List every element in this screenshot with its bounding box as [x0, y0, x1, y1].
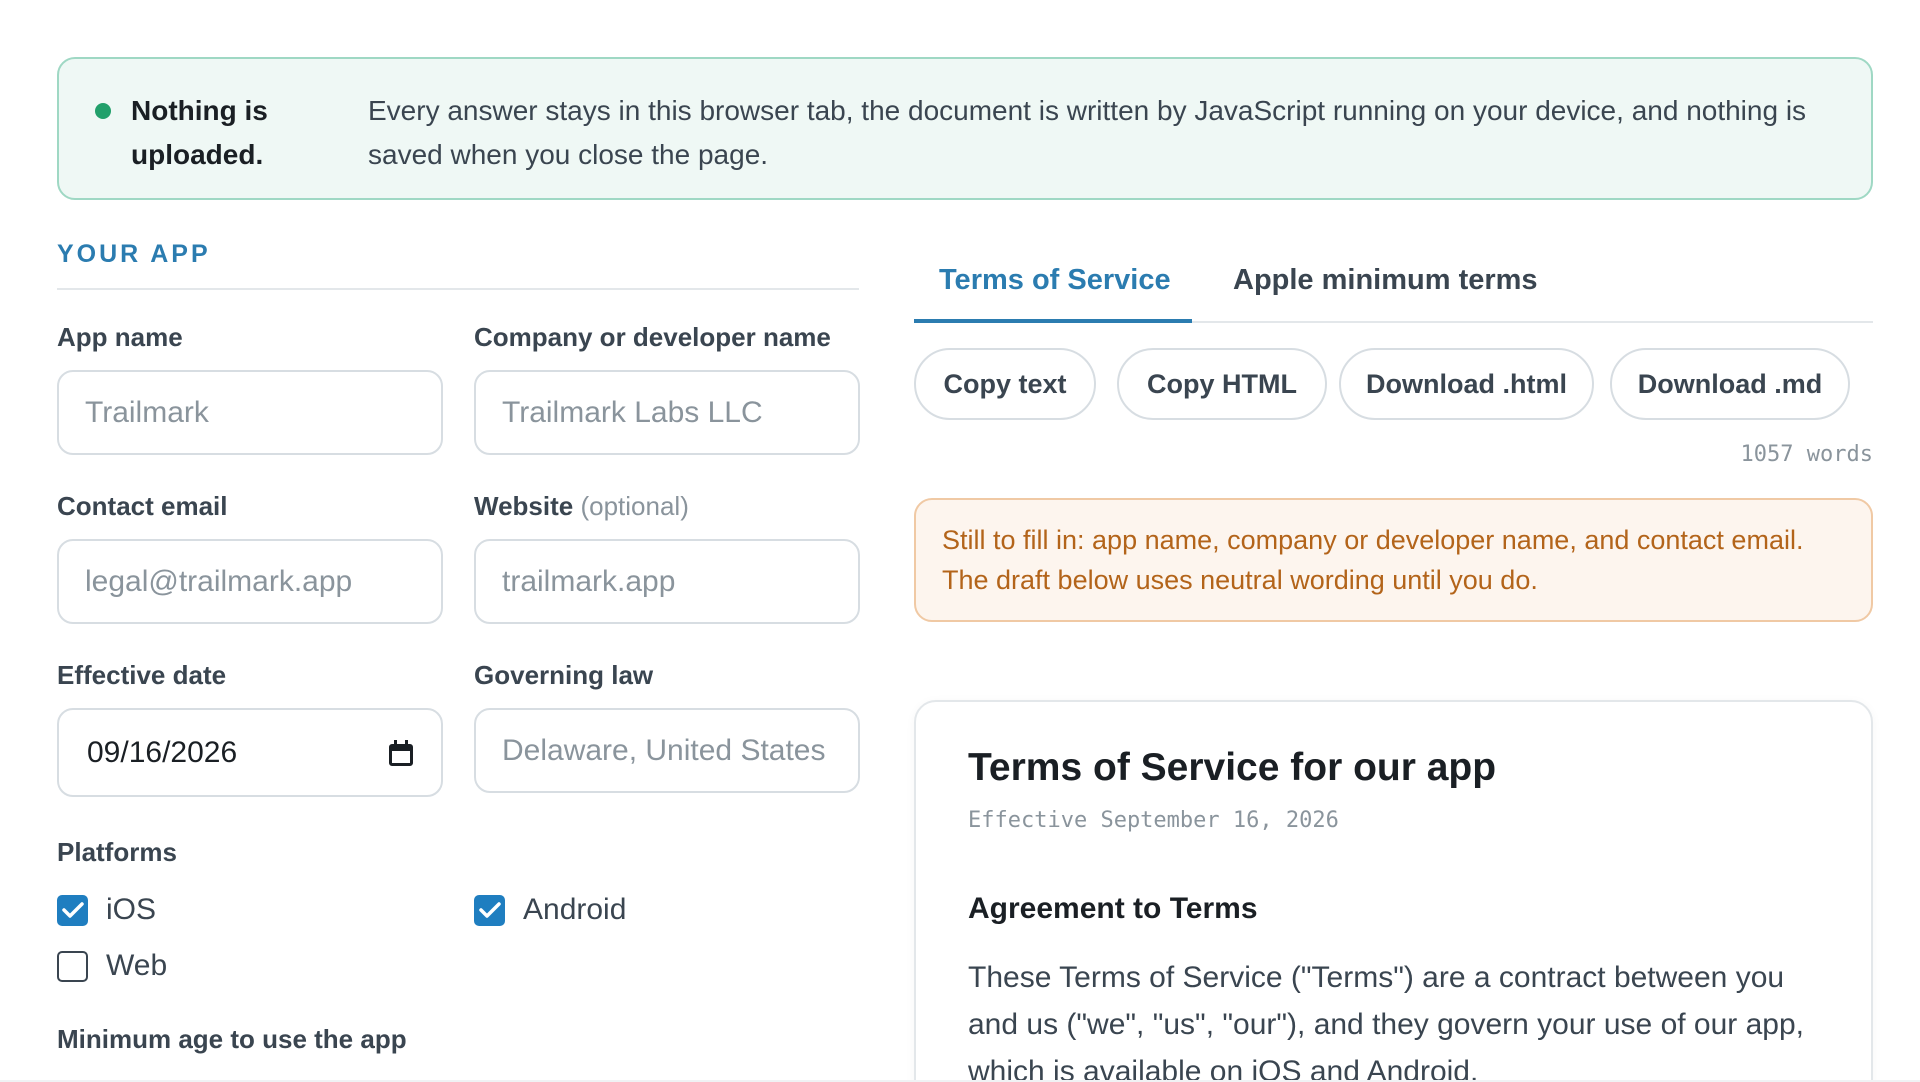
tab-apple-minimum-terms[interactable]: Apple minimum terms [1233, 264, 1538, 297]
platform-android-checkbox[interactable]: Android [474, 893, 626, 927]
effective-date-label: Effective date [57, 660, 227, 690]
website-optional-note: (optional) [580, 491, 689, 521]
governing-law-label: Governing law [474, 660, 654, 690]
calendar-icon[interactable] [389, 739, 413, 766]
download-html-button[interactable]: Download .html [1339, 348, 1594, 420]
checkbox-checked-icon[interactable] [57, 894, 88, 926]
document-paragraph: These Terms of Service ("Terms") are a c… [968, 961, 1805, 1082]
active-tab-indicator [914, 319, 1192, 323]
section-title: YOUR APP [57, 240, 211, 268]
missing-fields-warning: Still to fill in: app name, company or d… [914, 498, 1873, 622]
document-title: Terms of Service for our app [968, 746, 1497, 789]
app-name-label: App name [57, 322, 183, 352]
effective-date-input[interactable]: 09/16/2026 [57, 708, 443, 797]
email-input[interactable] [57, 539, 443, 624]
section-divider [57, 288, 859, 290]
app-name-input[interactable] [57, 370, 443, 455]
document-effective-date: Effective September 16, 2026 [968, 808, 1339, 833]
notice-text: Every answer stays in this browser tab, … [368, 95, 1807, 170]
platform-android-label: Android [523, 893, 627, 926]
copy-text-button[interactable]: Copy text [914, 348, 1096, 420]
checkbox-unchecked-icon[interactable] [57, 950, 88, 982]
platform-web-label: Web [106, 949, 168, 982]
tab-terms-of-service[interactable]: Terms of Service [939, 264, 1171, 297]
platforms-label: Platforms [57, 837, 177, 867]
company-input[interactable] [474, 370, 860, 455]
email-label: Contact email [57, 491, 228, 521]
min-age-label: Minimum age to use the app [57, 1024, 407, 1054]
website-label: Website (optional) [474, 491, 689, 522]
word-count: 1057 words [1740, 442, 1873, 467]
download-md-button[interactable]: Download .md [1610, 348, 1850, 420]
website-label-text: Website [474, 491, 574, 521]
document-preview: Terms of Service for our app Effective S… [914, 700, 1873, 1082]
privacy-notice: Nothing is uploaded. Every answer stays … [57, 57, 1873, 200]
document-tabs: Terms of Service Apple minimum terms [914, 258, 1873, 323]
document-section-heading: Agreement to Terms [968, 892, 1258, 925]
checkbox-checked-icon[interactable] [474, 894, 505, 926]
copy-html-button[interactable]: Copy HTML [1117, 348, 1327, 420]
company-label: Company or developer name [474, 322, 831, 352]
status-dot-icon [95, 103, 111, 119]
platform-ios-checkbox[interactable]: iOS [57, 893, 156, 927]
notice-title: Nothing is uploaded. [131, 95, 268, 170]
effective-date-value: 09/16/2026 [87, 735, 238, 769]
website-input[interactable] [474, 539, 860, 624]
platform-ios-label: iOS [106, 893, 157, 926]
governing-law-input[interactable] [474, 708, 860, 793]
platform-web-checkbox[interactable]: Web [57, 949, 167, 983]
